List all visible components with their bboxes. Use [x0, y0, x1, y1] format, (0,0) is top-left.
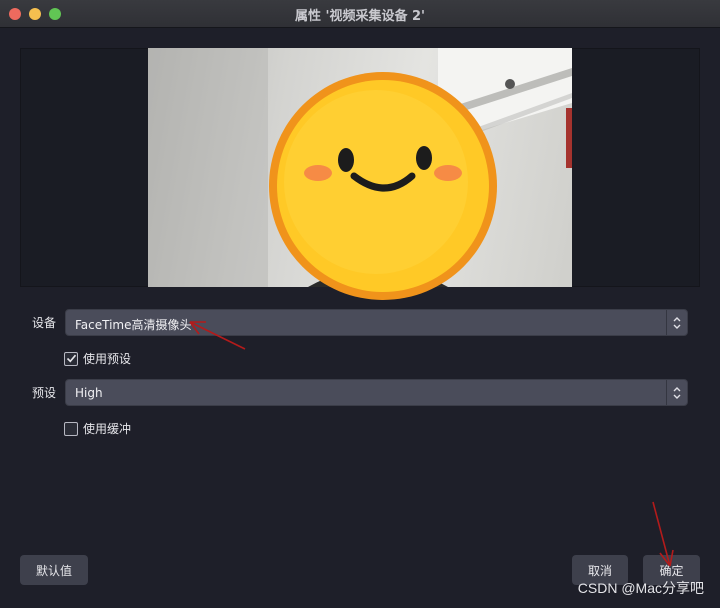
- use-buffer-checkbox[interactable]: [64, 421, 78, 436]
- use-preset-label: 使用预设: [83, 352, 132, 366]
- preset-select-value: High: [75, 386, 103, 400]
- chevron-up-down-icon[interactable]: [666, 310, 687, 335]
- use-preset-checkbox[interactable]: [64, 351, 78, 366]
- use-buffer-checkbox-row[interactable]: 使用缓冲: [64, 420, 131, 437]
- window-titlebar: 属性 '视频采集设备 2': [0, 0, 720, 28]
- watermark-text: CSDN @Mac分享吧: [577, 580, 704, 596]
- device-select-value: FaceTime高清摄像头: [75, 318, 192, 332]
- use-preset-checkbox-row[interactable]: 使用预设: [64, 350, 131, 367]
- window-title: 属性 '视频采集设备 2': [294, 9, 426, 24]
- smiley-face-icon: [269, 72, 497, 300]
- preset-label: 预设: [32, 386, 57, 400]
- checkmark-icon: [66, 354, 76, 363]
- device-label: 设备: [32, 316, 57, 330]
- use-buffer-label: 使用缓冲: [83, 422, 132, 436]
- preset-select[interactable]: High: [65, 379, 688, 406]
- defaults-button[interactable]: 默认值: [20, 555, 88, 585]
- chevron-up-down-icon[interactable]: [666, 380, 687, 405]
- device-select[interactable]: FaceTime高清摄像头: [65, 309, 688, 336]
